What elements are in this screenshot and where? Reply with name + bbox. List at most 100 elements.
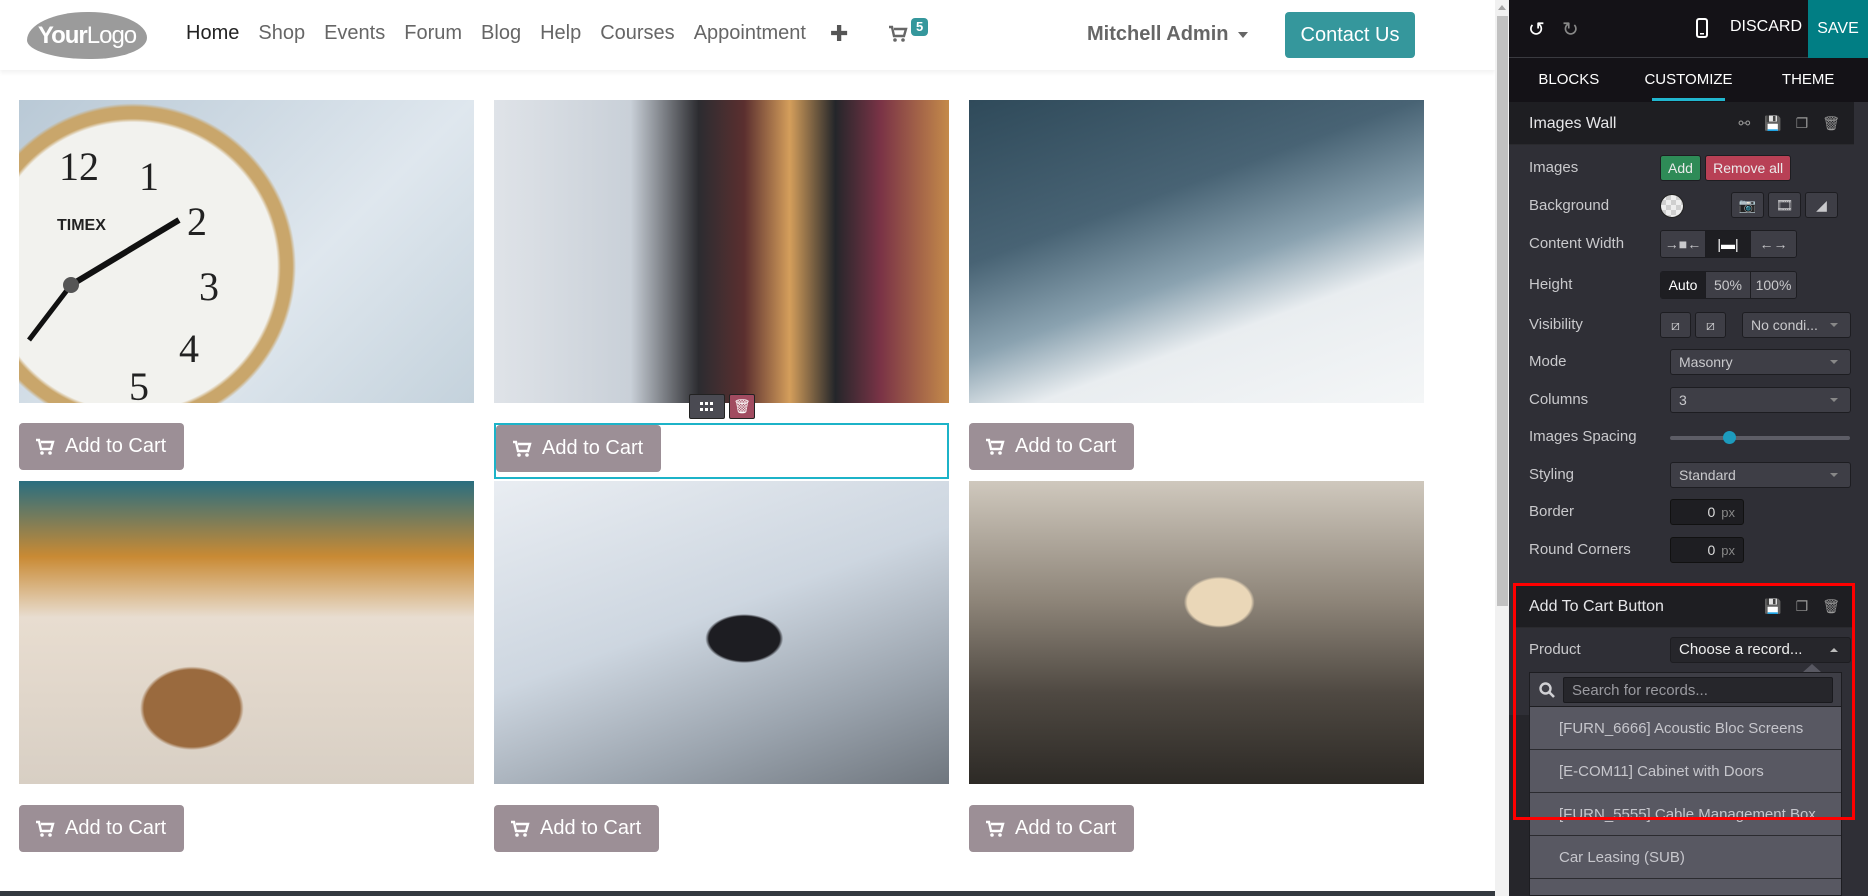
cart-plus-icon (36, 820, 55, 837)
remove-all-images-button[interactable]: Remove all (1705, 155, 1792, 181)
video-icon[interactable]: 🎞 (1768, 192, 1801, 218)
scrollbar-thumb[interactable] (1497, 16, 1508, 606)
nav-help[interactable]: Help (540, 22, 581, 45)
gradient-icon[interactable]: ◢ (1805, 192, 1838, 218)
round-corners-label: Round Corners (1529, 541, 1631, 558)
add-images-button[interactable]: Add (1660, 155, 1701, 181)
unit-label: px (1721, 543, 1735, 558)
gallery-image-iced-coffee[interactable] (19, 481, 474, 784)
contact-us-button[interactable]: Contact Us (1285, 12, 1415, 58)
height-label: Height (1529, 276, 1573, 293)
border-input[interactable]: 0 px (1670, 499, 1744, 525)
dropdown-option[interactable]: [FURN_6666] Acoustic Bloc Screens (1530, 707, 1841, 750)
nav-forum[interactable]: Forum (404, 22, 462, 45)
gallery-image-alarm-clock[interactable]: 12 1 2 3 4 5 TIMEX (19, 100, 474, 403)
nav-home[interactable]: Home (186, 22, 239, 45)
product-value: Choose a record... (1679, 641, 1803, 658)
dropdown-option[interactable]: Car Leasing (SUB) (1530, 836, 1841, 879)
visibility-select[interactable]: No condi... (1742, 312, 1851, 338)
add-to-cart-label: Add to Cart (65, 817, 167, 839)
width-regular-icon[interactable]: |▬| (1706, 231, 1751, 257)
scroll-up-arrow-icon[interactable] (1498, 5, 1506, 10)
columns-value: 3 (1679, 392, 1687, 408)
slider-knob[interactable] (1723, 431, 1737, 444)
dropdown-option[interactable]: [E-COM11] Cabinet with Doors (1530, 750, 1841, 793)
gallery-image-man-writing[interactable] (969, 100, 1424, 403)
add-to-cart-button[interactable]: Add to Cart (496, 425, 662, 472)
hide-desktop-icon[interactable]: ⧄ (1660, 312, 1691, 338)
add-to-cart-button[interactable]: Add to Cart (969, 805, 1135, 852)
nav-events[interactable]: Events (324, 22, 385, 45)
border-label: Border (1529, 503, 1575, 520)
caret-up-icon (1830, 648, 1838, 652)
add-to-cart-button[interactable]: Add to Cart (19, 423, 185, 470)
section-title: Images Wall (1529, 115, 1617, 132)
mobile-preview-icon[interactable] (1696, 18, 1708, 38)
link-icon[interactable]: ⚯ (1738, 102, 1750, 145)
duplicate-icon[interactable]: ❐ (1796, 585, 1809, 628)
mode-select[interactable]: Masonry (1670, 349, 1851, 375)
styling-value: Standard (1679, 467, 1736, 483)
remove-block-button[interactable]: 🗑 (729, 394, 755, 419)
svg-text:12: 12 (59, 144, 99, 189)
product-label: Product (1529, 641, 1581, 658)
round-corners-input[interactable]: 0 px (1670, 537, 1744, 563)
save-snippet-icon[interactable]: 💾 (1764, 102, 1781, 145)
undo-icon[interactable]: ↺ (1528, 17, 1545, 42)
add-to-cart-label: Add to Cart (1015, 435, 1117, 457)
hide-mobile-icon[interactable]: ⧄ (1695, 312, 1726, 338)
styling-select[interactable]: Standard (1670, 462, 1851, 488)
user-menu[interactable]: Mitchell Admin (1087, 23, 1249, 46)
nav-blog[interactable]: Blog (481, 22, 521, 45)
tab-theme[interactable]: THEME (1748, 58, 1868, 102)
save-snippet-icon[interactable]: 💾 (1764, 585, 1781, 628)
duplicate-icon[interactable]: ❐ (1796, 102, 1809, 145)
width-small-icon[interactable]: →■← (1661, 231, 1706, 257)
discard-button[interactable]: DISCARD (1730, 18, 1802, 36)
camera-icon[interactable]: 📷 (1731, 192, 1764, 218)
save-button[interactable]: SAVE (1808, 0, 1868, 58)
visibility-label: Visibility (1529, 316, 1583, 333)
trash-icon[interactable]: 🗑 (1822, 585, 1840, 628)
gallery-image-boat-compass[interactable] (494, 481, 949, 784)
logo-text-bold: Your (37, 22, 88, 49)
add-to-cart-button[interactable]: Add to Cart (494, 805, 660, 852)
search-icon (1539, 682, 1555, 698)
width-full-icon[interactable]: ←→ (1751, 231, 1796, 257)
height-auto[interactable]: Auto (1661, 272, 1706, 298)
cart-icon[interactable] (888, 24, 908, 44)
gallery-image-wine-glass[interactable] (969, 481, 1424, 784)
add-to-cart-label: Add to Cart (542, 437, 644, 459)
website-page: YourLogo Home Shop Events Forum Blog Hel… (0, 0, 1495, 896)
nav-courses[interactable]: Courses (600, 22, 674, 45)
caret-down-icon (1830, 398, 1838, 402)
product-select[interactable]: Choose a record... (1670, 637, 1851, 663)
record-search-input[interactable] (1563, 677, 1833, 703)
product-dropdown: [FURN_6666] Acoustic Bloc Screens [E-COM… (1529, 672, 1842, 896)
images-spacing-label: Images Spacing (1529, 428, 1637, 445)
background-label: Background (1529, 197, 1610, 214)
tab-customize[interactable]: CUSTOMIZE (1629, 58, 1749, 102)
add-to-cart-button[interactable]: Add to Cart (19, 805, 185, 852)
dropdown-option[interactable]: [FURN_5555] Cable Management Box (1530, 793, 1841, 836)
content-width-options: →■← |▬| ←→ (1660, 230, 1797, 258)
height-50[interactable]: 50% (1706, 272, 1751, 298)
nav-appointment[interactable]: Appointment (694, 22, 806, 45)
border-value: 0 (1707, 504, 1716, 520)
trash-icon[interactable]: 🗑 (1822, 102, 1840, 145)
tab-blocks[interactable]: BLOCKS (1509, 58, 1629, 102)
images-spacing-slider[interactable] (1670, 431, 1850, 444)
columns-select[interactable]: 3 (1670, 387, 1851, 413)
logo[interactable]: YourLogo (27, 12, 147, 59)
plus-icon[interactable]: ✚ (830, 21, 848, 47)
redo-icon[interactable]: ↻ (1562, 17, 1579, 42)
grip-icon (700, 401, 713, 411)
page-scrollbar[interactable] (1495, 0, 1509, 896)
gallery-image-clothes-rack[interactable] (494, 100, 949, 403)
background-color-picker[interactable] (1660, 194, 1684, 218)
height-100[interactable]: 100% (1751, 272, 1796, 298)
move-handle[interactable] (689, 394, 725, 419)
add-to-cart-button[interactable]: Add to Cart (969, 423, 1135, 470)
nav-shop[interactable]: Shop (258, 22, 305, 45)
caret-down-icon (1238, 31, 1249, 38)
